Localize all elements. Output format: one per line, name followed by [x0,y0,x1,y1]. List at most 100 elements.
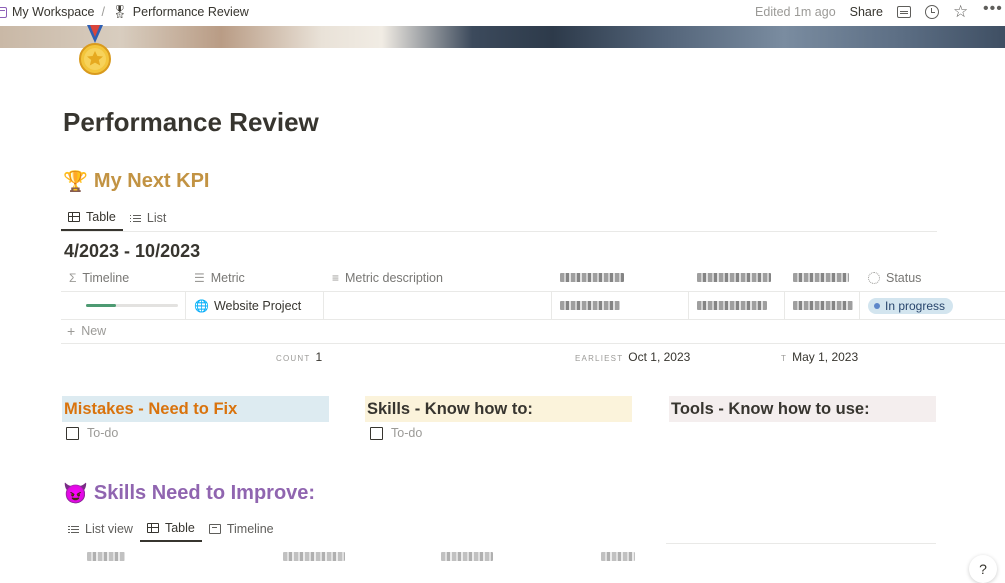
list-icon [129,214,141,223]
new-row-button[interactable]: + New [61,318,1005,344]
globe-icon: 🌐 [194,298,209,313]
cell-redacted[interactable] [552,291,689,320]
redacted-text [601,552,635,561]
top-bar: My Workspace / 🎖 Performance Review Edit… [0,0,1005,24]
column-header-timeline[interactable]: Σ Timeline [61,264,186,292]
tools-heading[interactable]: Tools - Know how to use: [669,396,936,422]
share-button[interactable]: Share [850,5,883,19]
calc-earliest[interactable]: EARLIEST Oct 1, 2023 [575,350,690,364]
tab-label: List view [85,522,133,536]
redacted-text [793,301,853,310]
list-icon [68,525,79,534]
plus-icon: + [67,322,76,339]
skills-heading[interactable]: Skills - Know how to: [365,396,632,422]
status-label: In progress [885,298,946,313]
tab-label: Timeline [226,522,274,536]
redacted-text [87,552,125,561]
improve-heading[interactable]: 😈 Skills Need to Improve: [63,481,315,506]
help-button[interactable]: ? [969,555,997,583]
column-label: Status [886,270,922,285]
redacted-text [441,552,493,561]
column-label: Timeline [82,270,130,285]
devil-icon: 😈 [63,483,88,505]
improve-table-header [61,546,937,570]
column-header-status[interactable]: Status [860,264,1005,292]
column-header-metric[interactable]: ☰ Metric [186,264,324,292]
star-icon[interactable]: ☆ [953,3,969,20]
medal-icon: 🎖 [111,4,128,19]
edited-timestamp: Edited 1m ago [755,5,836,19]
checklist-icon: ☰ [194,270,205,285]
top-actions: Edited 1m ago Share ☆ ••• [755,1,1005,21]
calc-earliest-label: EARLIEST [575,354,624,363]
workspace-icon [0,6,7,18]
redacted-text [560,273,624,282]
redacted-text [560,301,620,310]
calc-count[interactable]: COUNT 1 [276,350,322,364]
todo-placeholder: To-do [391,426,423,440]
kpi-heading[interactable]: 🏆 My Next KPI [63,169,210,194]
calc-count-value: 1 [315,350,323,364]
tab-label: List [146,211,167,225]
redacted-text [697,301,767,310]
trophy-icon: 🏆 [63,171,88,193]
column-label: Metric [210,270,245,285]
tab-table[interactable]: Table [61,205,123,231]
breadcrumb: My Workspace / 🎖 Performance Review [0,5,249,20]
calc-latest[interactable]: T May 1, 2023 [781,350,858,364]
tab-list-view[interactable]: List view [61,516,140,542]
table-icon [68,212,80,222]
tab-label: Table [86,210,116,224]
text-lines-icon: ≡ [332,270,340,285]
group-title[interactable]: 4/2023 - 10/2023 [64,241,200,262]
status-badge[interactable]: In progress [868,297,954,314]
calc-latest-label: T [781,354,788,363]
column-header-metric-description[interactable]: ≡ Metric description [324,264,552,292]
divider [666,543,936,544]
tab-list[interactable]: List [123,205,173,231]
more-icon[interactable]: ••• [983,1,1002,20]
breadcrumb-workspace[interactable]: My Workspace [0,5,94,19]
timeline-icon [208,524,221,534]
table-row[interactable]: 🌐 Website Project In progress [61,291,1005,320]
tab-table[interactable]: Table [139,516,202,542]
tab-timeline[interactable]: Timeline [202,516,281,542]
comment-icon[interactable] [897,6,911,18]
metric-value: Website Project [213,298,302,313]
calc-earliest-value: Oct 1, 2023 [628,350,691,364]
clock-icon[interactable] [925,5,939,19]
skills-todo[interactable]: To-do [370,426,422,440]
tab-label: Table [164,521,195,535]
table-header: Σ Timeline ☰ Metric ≡ Metric description… [61,264,1005,292]
status-icon [868,271,880,284]
kpi-heading-text: My Next KPI [93,170,210,192]
todo-checkbox[interactable] [370,426,383,440]
mistakes-heading[interactable]: Mistakes - Need to Fix [62,396,329,422]
todo-placeholder: To-do [87,426,119,440]
cell-redacted[interactable] [689,291,785,320]
cover-image[interactable] [0,26,1005,48]
cell-status[interactable]: In progress [860,292,1005,320]
todo-checkbox[interactable] [66,426,79,440]
column-header-redacted[interactable] [552,264,689,292]
kpi-view-tabs: Table List [61,205,937,232]
progress-fill [86,304,117,307]
page-medal-icon[interactable] [78,25,112,77]
breadcrumb-page[interactable]: 🎖 Performance Review [112,5,249,20]
mistakes-todo[interactable]: To-do [66,426,118,440]
kpi-table: Σ Timeline ☰ Metric ≡ Metric description… [61,264,1005,320]
column-header-redacted[interactable] [785,264,860,292]
cell-metric[interactable]: 🌐 Website Project [186,291,324,320]
cell-timeline[interactable] [61,291,186,320]
cell-redacted[interactable] [785,291,860,320]
cell-metric-description[interactable] [324,291,552,320]
scroll-fade [0,568,1005,583]
improve-view-tabs: List view Table Timeline [61,516,281,542]
calc-latest-value: May 1, 2023 [792,350,859,364]
page-title[interactable]: Performance Review [63,107,319,138]
column-header-redacted[interactable] [689,264,785,292]
improve-heading-text: Skills Need to Improve: [93,482,316,504]
redacted-text [283,552,345,561]
table-icon [146,523,159,533]
status-dot [874,302,880,309]
